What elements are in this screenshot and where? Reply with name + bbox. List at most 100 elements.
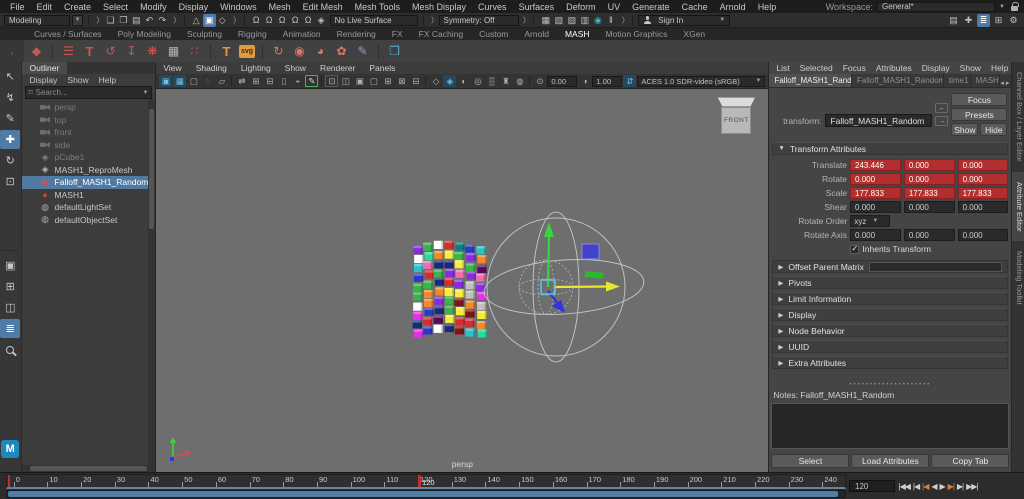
attr-value-field[interactable]: 0.000 — [958, 159, 1009, 171]
step-forward-key-button[interactable]: ▶| — [946, 479, 955, 493]
hypershade-icon[interactable]: ◉ — [591, 14, 604, 27]
outliner-item-mash1-repromesh[interactable]: ◈MASH1_ReproMesh — [22, 164, 149, 177]
viewport-menu-shading[interactable]: Shading — [189, 63, 234, 73]
current-frame-marker[interactable]: 120 — [418, 475, 421, 487]
remesh-icon[interactable]: ◕ — [312, 43, 329, 60]
workspace-selector[interactable]: Workspace: General* ▼ — [826, 2, 1020, 12]
render-current-frame-icon[interactable]: ▧ — [552, 14, 565, 27]
section-display[interactable]: ▶Display — [772, 308, 1008, 321]
type-tool-icon[interactable]: T — [218, 43, 235, 60]
section-node-behavior[interactable]: ▶Node Behavior — [772, 324, 1008, 337]
attr-value-field[interactable]: 0.000 — [850, 229, 901, 241]
render-view-icon[interactable]: ▦ — [539, 14, 552, 27]
paint-select-tool[interactable]: ✎ — [0, 109, 20, 128]
outliner-persp-layout-button[interactable]: ≣ — [0, 319, 20, 338]
rotate-tool[interactable]: ↻ — [0, 151, 20, 170]
ae-tab-mash[interactable]: MASH — [971, 74, 1001, 87]
show-button[interactable]: Show — [951, 123, 978, 136]
outliner-item-persp[interactable]: persp — [22, 101, 149, 114]
viewport-menu-lighting[interactable]: Lighting — [234, 63, 278, 73]
chevron-down-icon[interactable]: ▼ — [142, 90, 148, 96]
four-pane-layout-button[interactable]: ⊞ — [0, 277, 20, 296]
ae-menu-focus[interactable]: Focus — [838, 63, 871, 73]
textured-icon[interactable]: ▣ — [353, 75, 366, 87]
shelf-options-icon[interactable]: ◦ — [11, 49, 14, 58]
play-forwards-button[interactable]: ▶ — [938, 479, 946, 493]
overscan-icon[interactable]: ⊞ — [249, 75, 262, 87]
attr-value-field[interactable]: 0.000 — [904, 159, 955, 171]
shelf-tab-xgen[interactable]: XGen — [675, 29, 713, 40]
dock-tab-channel-box-layer-editor[interactable]: Channel Box / Layer Editor — [1012, 62, 1024, 172]
zoom-layout-button[interactable] — [0, 340, 20, 359]
bookmarks-icon[interactable]: ◌ — [201, 75, 214, 87]
viewcube-front-face[interactable]: FRONT — [721, 107, 751, 134]
menu-mesh[interactable]: Mesh — [263, 2, 297, 12]
wireframe-icon[interactable]: ⊡ — [325, 75, 338, 87]
shelf-tab-mash[interactable]: MASH — [557, 29, 598, 40]
snap-to-grid-icon[interactable]: Ω — [250, 14, 263, 27]
viewcube-top-face[interactable] — [717, 97, 755, 107]
render-settings-icon[interactable]: ▥ — [578, 14, 591, 27]
gamma-icon[interactable]: ◑ — [578, 75, 591, 87]
attr-value-field[interactable]: 0.000 — [904, 201, 955, 213]
select-object-icon[interactable]: ▣ — [203, 14, 216, 27]
notes-textarea[interactable] — [771, 403, 1009, 449]
section-pivots[interactable]: ▶Pivots — [772, 276, 1008, 289]
preferences-gear-icon[interactable]: ⚙ — [1007, 14, 1020, 27]
paint-effects-icon[interactable]: ✎ — [354, 43, 371, 60]
isolate-select-icon[interactable]: ◇ — [429, 75, 442, 87]
open-scene-icon[interactable]: ❐ — [117, 14, 130, 27]
step-back-key-button[interactable]: |◀ — [921, 479, 930, 493]
shelf-tab-rigging[interactable]: Rigging — [230, 29, 275, 40]
raise-panels-icon[interactable]: ⊞ — [992, 14, 1005, 27]
section-extra-attributes[interactable]: ▶Extra Attributes — [772, 356, 1008, 369]
attr-value-field[interactable]: 177.833 — [958, 187, 1009, 199]
single-pane-layout-button[interactable]: ▣ — [0, 256, 20, 275]
bifrost-graph-icon[interactable]: ❒ — [386, 43, 403, 60]
attr-value-field[interactable]: 177.833 — [904, 187, 955, 199]
ambient-occlusion-icon[interactable]: ♜ — [499, 75, 512, 87]
mash-curve-icon[interactable]: ↺ — [102, 43, 119, 60]
tab-scroll-right-icon[interactable]: ▸ — [1006, 79, 1010, 87]
outliner-search-input[interactable]: ⌑ Search... ▼ — [25, 86, 153, 99]
redo-icon[interactable]: ↷ — [156, 14, 169, 27]
image-plane-icon[interactable]: ▱ — [215, 75, 228, 87]
snap-to-projected-center-icon[interactable]: Ω — [289, 14, 302, 27]
select-tool[interactable]: ↖ — [0, 67, 20, 86]
mash-shelf-icon[interactable]: ◆ — [28, 43, 45, 60]
mash-falloff-icon[interactable]: ∷ — [186, 43, 203, 60]
output-connection-icon[interactable]: → — [935, 116, 948, 126]
menu-edit-mesh[interactable]: Edit Mesh — [297, 2, 349, 12]
menu-help[interactable]: Help — [752, 2, 783, 12]
viewport-menu-view[interactable]: View — [156, 63, 188, 73]
viewport-menu-panels[interactable]: Panels — [362, 63, 402, 73]
shelf-tab-sculpting[interactable]: Sculpting — [179, 29, 230, 40]
retopologize-icon[interactable]: ✿ — [333, 43, 350, 60]
menu-curves[interactable]: Curves — [472, 2, 513, 12]
menu-display[interactable]: Display — [173, 2, 215, 12]
new-scene-icon[interactable]: ❏ — [104, 14, 117, 27]
symmetry-field[interactable]: Symmetry: Off — [439, 15, 519, 26]
shadows-icon[interactable]: ▒ — [485, 75, 498, 87]
use-default-material-icon[interactable]: ▢ — [367, 75, 380, 87]
current-frame-field[interactable]: 120 — [849, 480, 895, 492]
ae-tab-falloff-mash1-randomshape[interactable]: Falloff_MASH1_RandomShape — [852, 74, 944, 87]
menu-mesh-display[interactable]: Mesh Display — [406, 2, 472, 12]
dock-tab-modeling-toolkit[interactable]: Modeling Toolkit — [1012, 241, 1024, 315]
ae-menu-list[interactable]: List — [771, 63, 794, 73]
lock-icon[interactable] — [1011, 6, 1018, 11]
lighting-all-icon[interactable]: ◎ — [471, 75, 484, 87]
svg-tool-icon[interactable]: svg — [239, 45, 255, 58]
chevron-down-icon[interactable]: ▼ — [872, 218, 878, 224]
outliner-item-front[interactable]: front — [22, 126, 149, 139]
smooth-shade-icon[interactable]: ◫ — [339, 75, 352, 87]
rotate-order-dropdown[interactable]: xyz▼ — [850, 215, 890, 227]
chevron-down-icon[interactable]: ▼ — [999, 4, 1005, 10]
time-slider[interactable]: 0102030405060708090100110120130140150160… — [6, 474, 846, 489]
viewport-panel[interactable]: ViewShadingLightingShowRendererPanels ▣▦… — [156, 62, 769, 472]
menu-windows[interactable]: Windows — [214, 2, 263, 12]
paint-select-viewport-icon[interactable]: ✎ — [305, 75, 318, 87]
attr-value-field[interactable]: 0.000 — [904, 229, 955, 241]
snap-to-view-plane-icon[interactable]: Ω — [302, 14, 315, 27]
menu-deform[interactable]: Deform — [560, 2, 602, 12]
